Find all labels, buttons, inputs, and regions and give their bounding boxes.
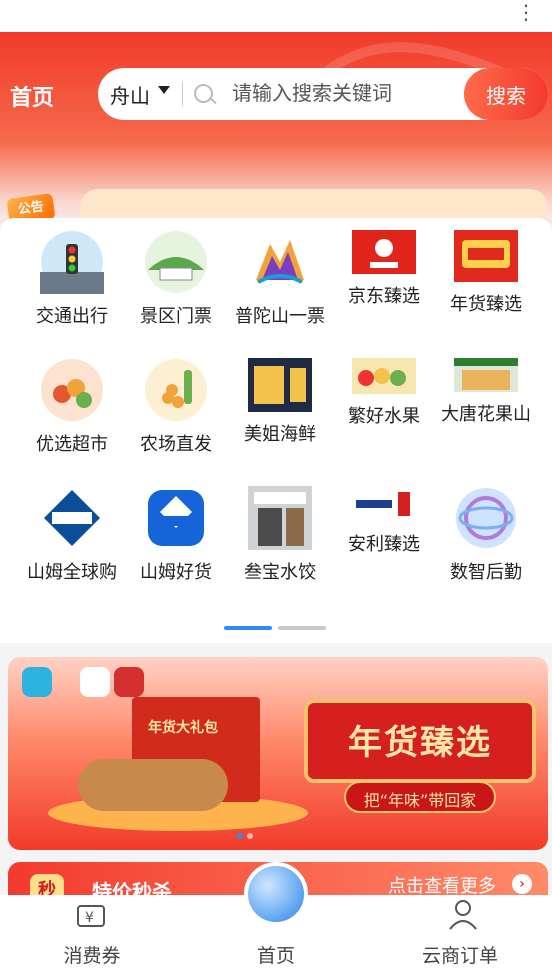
chevron-right-icon[interactable]: › — [512, 874, 532, 894]
banner-dot[interactable] — [247, 833, 253, 839]
grid-label: 山姆好货 — [140, 562, 212, 583]
tab-label: 云商订单 — [421, 945, 498, 967]
fruit-icon — [352, 358, 416, 394]
banner-dot-active[interactable] — [237, 833, 243, 839]
tab-label: 首页 — [256, 945, 295, 967]
ds-logo-icon — [22, 667, 52, 697]
status-bar: ⋮ — [0, 0, 552, 32]
grid-label: 美姐海鲜 — [244, 424, 316, 445]
grid-label: 景区门票 — [140, 306, 212, 327]
grid-label: 农场直发 — [140, 434, 212, 455]
search-input[interactable] — [230, 80, 464, 106]
grid-label: 大唐花果山 — [441, 404, 531, 425]
grid-label: 繁好水果 — [348, 406, 420, 427]
grid-label: 普陀山一票 — [235, 306, 325, 327]
banner-title: 年货臻选 — [348, 723, 492, 763]
farm-direct-icon — [145, 359, 207, 421]
grid-item-sams-goods[interactable]: 山姆好货 — [124, 486, 228, 584]
page-dot-active[interactable] — [224, 626, 272, 630]
page-title: 首页 — [10, 86, 55, 111]
grid-label: 安利臻选 — [348, 534, 420, 555]
seafood-icon — [248, 358, 312, 412]
grid-item-sams-global[interactable]: 山姆全球购 — [20, 486, 124, 584]
tab-label: 消费券 — [63, 945, 121, 967]
search-button[interactable]: 搜索 — [464, 68, 548, 120]
city-selector[interactable]: 舟山 — [110, 80, 150, 109]
grid-item-datang[interactable]: 大唐花果山 — [434, 358, 538, 426]
search-bar: 舟山 搜索 — [98, 68, 548, 120]
festival-logo-icon — [114, 667, 144, 697]
promo-banner[interactable]: 年货大礼包 年货臻选 把“年味”带回家 — [8, 657, 548, 850]
grid-item-jd[interactable]: 京东臻选 — [332, 230, 436, 308]
grid-item-farm[interactable]: 农场直发 — [124, 358, 228, 456]
coupon-icon: ¥ — [77, 905, 105, 927]
search-divider — [182, 82, 183, 106]
tab-orders[interactable]: 云商订单 — [368, 895, 552, 969]
sams-club-icon — [40, 486, 104, 550]
grid-item-dumplings[interactable]: 叁宝水饺 — [228, 486, 332, 584]
more-vertical-icon[interactable]: ⋮ — [516, 2, 536, 22]
traffic-light-icon — [40, 231, 104, 294]
grid-label: 叁宝水饺 — [244, 562, 316, 583]
grid-item-amway[interactable]: 安利臻选 — [332, 486, 436, 556]
grid-item-seafood[interactable]: 美姐海鲜 — [228, 358, 332, 446]
grid-item-supermarket[interactable]: 优选超市 — [20, 358, 124, 456]
banner-scroll: 年货臻选 — [304, 699, 536, 783]
search-icon — [194, 84, 213, 103]
header-hero: 首页 舟山 搜索 公告 — [0, 32, 552, 232]
fruit-store-icon — [454, 358, 518, 392]
svg-text:¥: ¥ — [85, 910, 94, 926]
grid-label: 京东臻选 — [348, 286, 420, 307]
grid-label: 年货臻选 — [450, 294, 522, 315]
service-grid: 交通出行 景区门票 普陀山一票 京东臻选 年货臻选 优选超市 农场直发 美姐海鲜… — [0, 218, 552, 643]
tab-coupons[interactable]: ¥ 消费券 — [0, 895, 184, 969]
banner-subtitle-pill: 把“年味”带回家 — [344, 781, 496, 813]
grid-label: 山姆全球购 — [27, 562, 117, 583]
dumpling-shop-icon — [248, 486, 312, 550]
jd-logo-icon — [352, 230, 416, 274]
putuo-mountain-icon — [248, 230, 312, 294]
grid-item-scenic[interactable]: 景区门票 — [124, 230, 228, 328]
grid-item-traffic[interactable]: 交通出行 — [20, 230, 124, 328]
bag-label: 年货大礼包 — [148, 720, 218, 736]
grid-label: 交通出行 — [36, 306, 108, 327]
grid-item-fruit[interactable]: 繁好水果 — [332, 358, 436, 428]
amway-logo-icon — [352, 486, 416, 522]
new-year-goods-icon — [454, 230, 518, 282]
caret-down-icon[interactable] — [158, 86, 170, 94]
grid-item-logistics[interactable]: 数智后勤 — [434, 486, 538, 584]
supermarket-icon — [41, 359, 103, 421]
digital-logistics-icon — [456, 488, 516, 548]
grid-item-new-year[interactable]: 年货臻选 — [434, 230, 538, 316]
banner-subtitle: 把“年味”带回家 — [363, 791, 477, 810]
grid-label: 优选超市 — [36, 434, 108, 455]
grid-item-putuo[interactable]: 普陀山一票 — [228, 230, 332, 328]
scenic-ticket-icon — [145, 231, 207, 293]
grid-label: 数智后勤 — [450, 562, 522, 583]
walnuts-icon — [78, 759, 228, 811]
zhoushan-logo-icon — [80, 667, 110, 697]
home-globe-icon[interactable] — [244, 862, 308, 926]
sams-goods-icon — [148, 490, 204, 546]
page-dot[interactable] — [278, 626, 326, 630]
user-icon — [449, 900, 477, 930]
